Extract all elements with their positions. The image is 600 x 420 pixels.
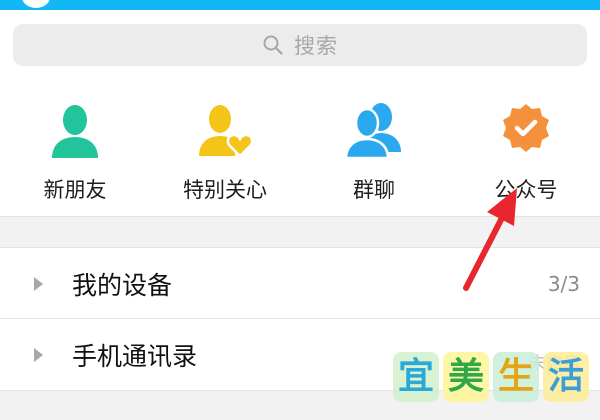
list-item-label: 我的设备	[72, 271, 173, 300]
avatar[interactable]	[22, 0, 50, 8]
search-icon	[263, 35, 283, 55]
watermark-char: 美	[443, 352, 489, 402]
watermark-char: 活	[543, 352, 589, 402]
new-friend-icon	[52, 105, 98, 158]
watermark-logo: 宜 美 生 活	[393, 352, 593, 404]
list-item-label: 手机通讯录	[72, 342, 198, 371]
shortcut-group-chat[interactable]: 群聊	[309, 88, 439, 208]
expand-arrow-icon	[34, 277, 43, 291]
list-item-count: 3/3	[547, 272, 580, 296]
shortcut-label: 群聊	[353, 178, 395, 202]
watermark-char: 宜	[393, 352, 439, 402]
shortcut-label: 新朋友	[43, 178, 107, 202]
top-bar	[0, 0, 600, 10]
shortcut-special-care[interactable]: 特别关心	[160, 88, 290, 208]
shortcut-grid: 新朋友 特别关心 群聊 公众号	[0, 74, 600, 216]
watermark-char: 生	[493, 352, 539, 402]
special-care-icon	[199, 105, 254, 158]
search-placeholder: 搜索	[294, 34, 338, 58]
shortcut-label: 特别关心	[183, 178, 267, 202]
shortcut-new-friend[interactable]: 新朋友	[10, 88, 140, 208]
group-chat-icon	[344, 103, 401, 160]
official-account-icon	[503, 104, 549, 152]
section-divider	[0, 216, 600, 248]
shortcut-label: 公众号	[494, 178, 558, 202]
expand-arrow-icon	[34, 348, 43, 362]
search-input[interactable]: 搜索	[13, 24, 587, 66]
search-area: 搜索	[0, 10, 600, 74]
shortcut-official-account[interactable]: 公众号	[461, 88, 591, 208]
list-item-my-devices[interactable]: 我的设备 3/3	[0, 248, 600, 319]
